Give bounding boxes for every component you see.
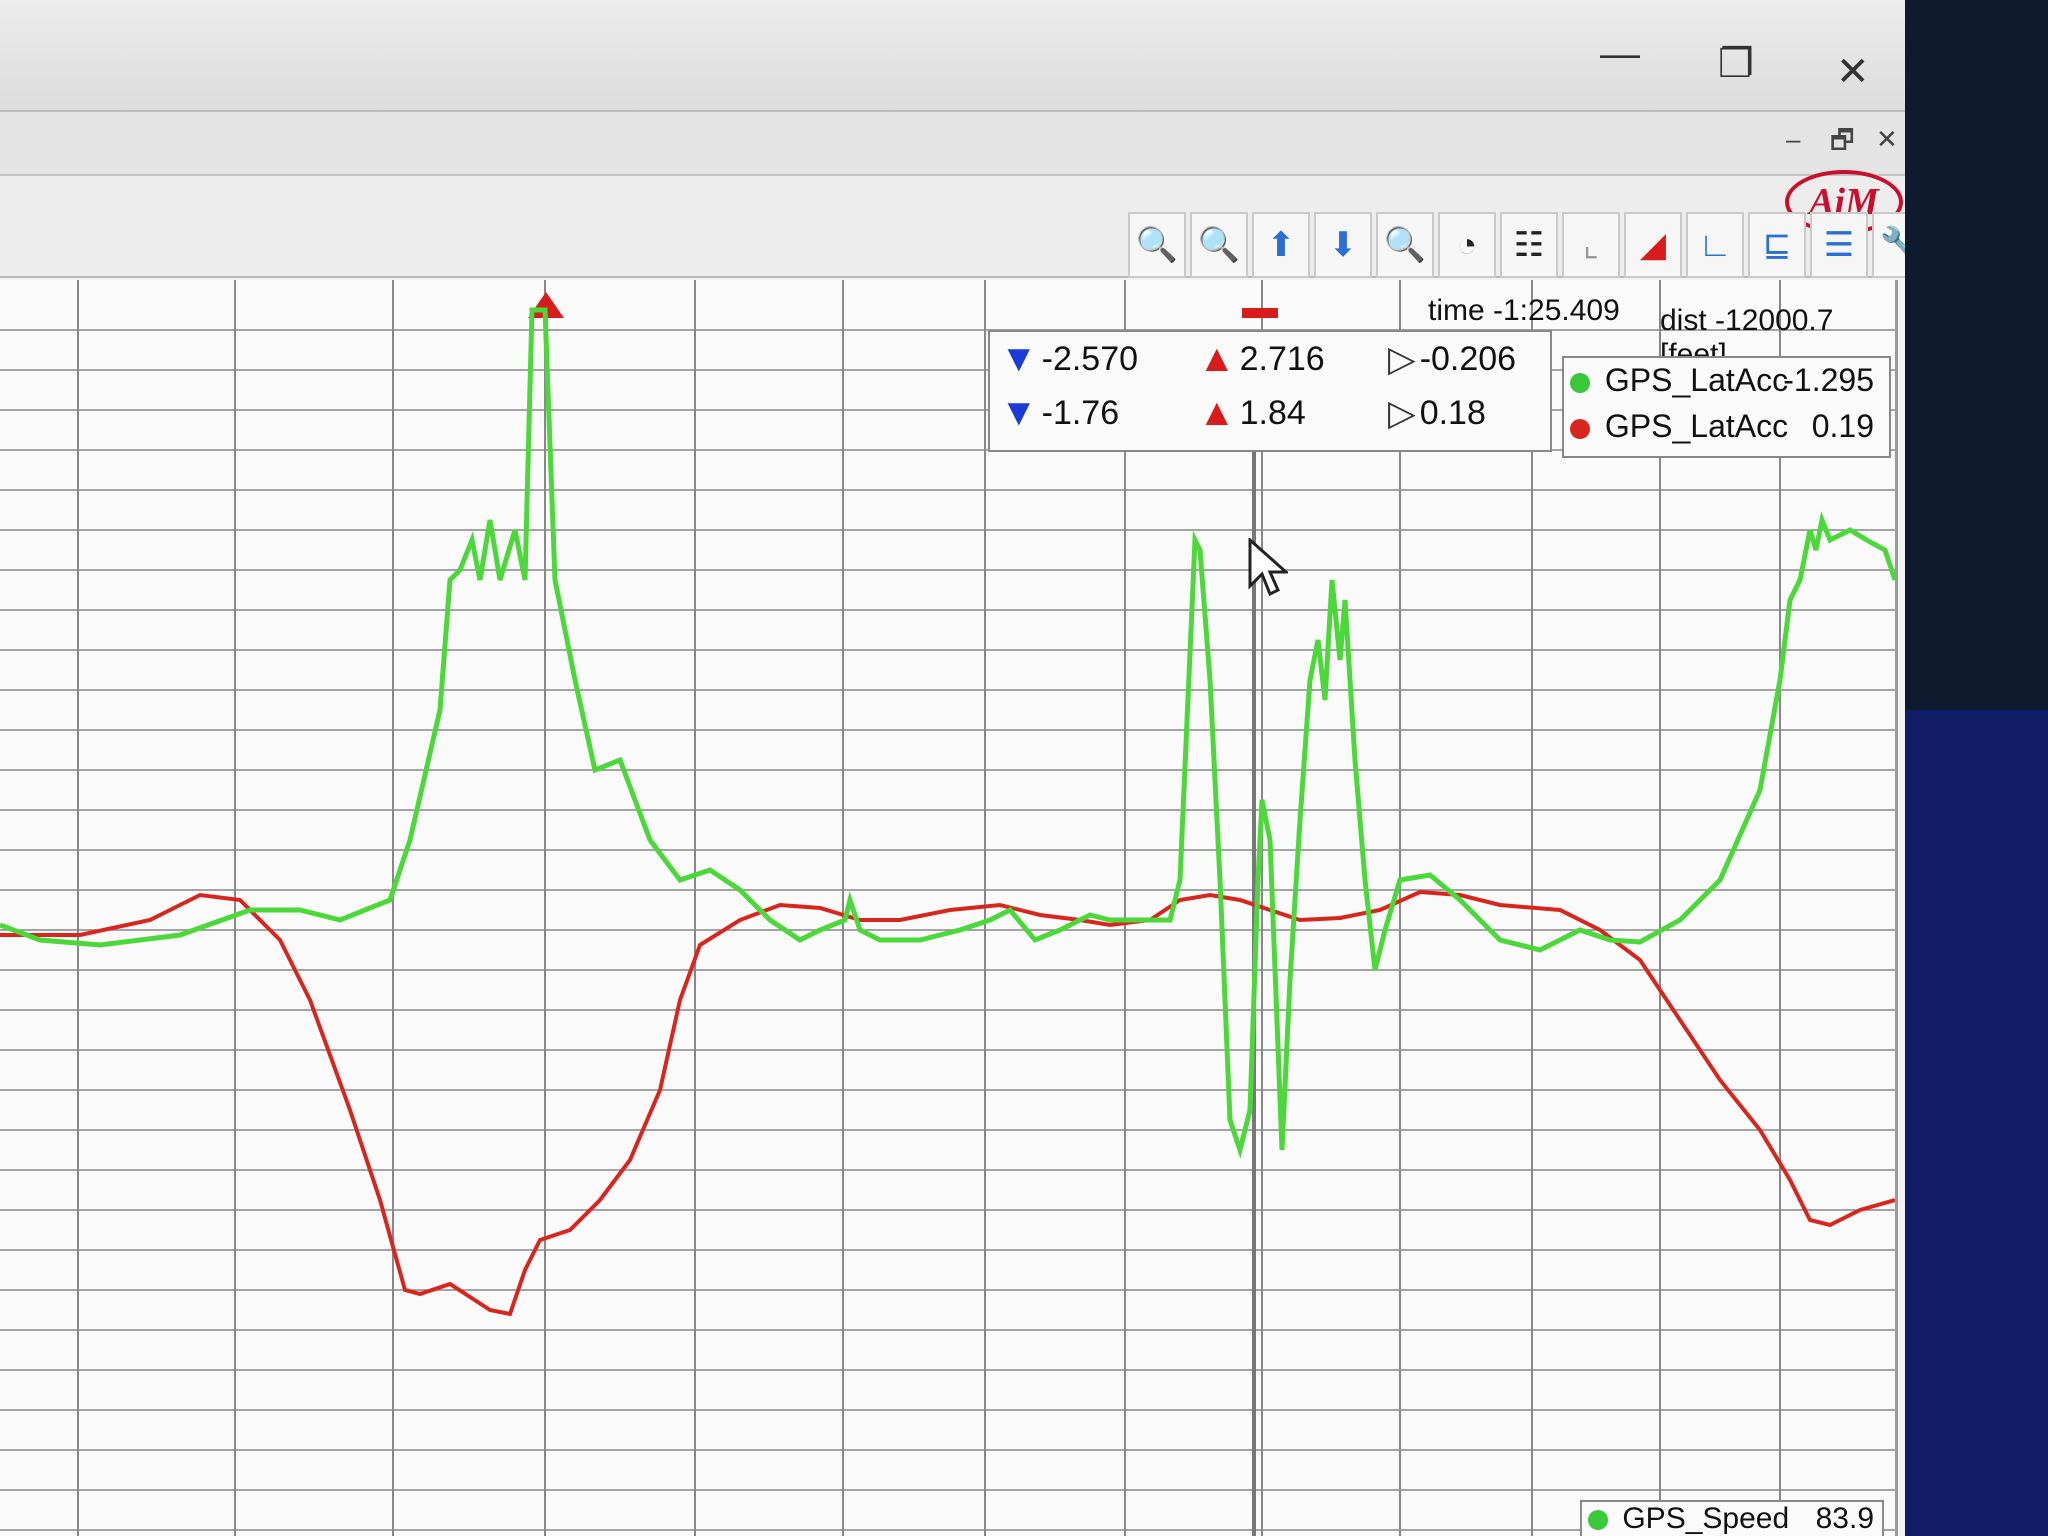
- measure-panel: ▼ -2.570 ▲ 2.716 ▷ -0.206 ▼ -1.76 ▲ 1.84: [988, 330, 1552, 452]
- screen: — ❐ ✕ – 🗗 ✕ AiM 🔍 🔍 ⬆ ⬇ 🔍 ◔ ☷ ⌞ ◢ ∟ ⊑ ☰ …: [0, 0, 1905, 1536]
- green-dot-icon: [1588, 1510, 1608, 1531]
- legend-channel-name: GPS_LatAcc: [1604, 362, 1789, 398]
- measure-max-cell: ▲ 2.716: [1198, 338, 1325, 381]
- zoom-reset-icon[interactable]: 🔍: [1128, 212, 1186, 278]
- mouse-pointer-icon: [1248, 538, 1288, 597]
- measure-delta-value: 0.18: [1419, 393, 1486, 432]
- measure-min-cell: ▼ -1.76: [1000, 392, 1119, 435]
- doc-minimize-button[interactable]: –: [1786, 124, 1800, 155]
- red-dot-icon: [1570, 418, 1590, 439]
- measure-row-1: ▼ -2.570 ▲ 2.716 ▷ -0.206: [998, 338, 1538, 388]
- axis-stack-icon[interactable]: ☰: [1810, 212, 1868, 278]
- plot-area[interactable]: [0, 280, 1898, 1536]
- restore-button[interactable]: ❐: [1718, 44, 1754, 84]
- clock-icon[interactable]: ◔: [1438, 212, 1496, 278]
- axis-l-icon[interactable]: ∟: [1686, 212, 1744, 278]
- window-titlebar: — ❐ ✕: [0, 0, 1905, 112]
- measure-max-cell: ▲ 1.84: [1198, 392, 1306, 435]
- measure-delta-value: -0.206: [1419, 339, 1517, 378]
- measure-max-value: 1.84: [1239, 394, 1306, 432]
- delta-right-triangle-icon: ▷: [1388, 338, 1416, 379]
- speed-channel-name: GPS_Speed: [1622, 1502, 1790, 1535]
- max-up-triangle-icon: ▲: [1198, 392, 1236, 434]
- min-down-triangle-icon: ▼: [1000, 392, 1038, 434]
- pan-up-icon[interactable]: ⬆: [1252, 212, 1310, 278]
- green-dot-icon: [1570, 372, 1590, 393]
- doc-restore-button[interactable]: 🗗: [1830, 122, 1854, 166]
- legend-row-green[interactable]: GPS_LatAcc -1.295: [1570, 362, 1880, 406]
- legend-channel-name: GPS_LatAcc: [1604, 408, 1789, 444]
- measure-min-value: -1.76: [1041, 394, 1120, 432]
- max-up-triangle-icon: ▲: [1198, 338, 1236, 380]
- chart-toolbar: 🔍 🔍 ⬆ ⬇ 🔍 ◔ ☷ ⌞ ◢ ∟ ⊑ ☰ 🔧: [1128, 212, 1905, 284]
- legend-row-red[interactable]: GPS_LatAcc 0.19: [1570, 408, 1880, 452]
- measure-min-cell: ▼ -2.570: [1000, 338, 1138, 381]
- measure-max-value: 2.716: [1239, 340, 1325, 378]
- measure-min-value: -2.570: [1041, 340, 1139, 378]
- background-desktop: [1905, 710, 2048, 1536]
- measure-delta-cell: ▷ 0.18: [1388, 392, 1486, 434]
- min-down-triangle-icon: ▼: [1000, 338, 1038, 380]
- grid-options-icon[interactable]: ☷: [1500, 212, 1558, 278]
- speed-channel-value: 83.9: [1815, 1502, 1874, 1535]
- time-readout: time -1:25.409: [1428, 294, 1620, 327]
- delta-right-triangle-icon: ▷: [1388, 392, 1416, 433]
- plot-canvas[interactable]: [0, 280, 1898, 1536]
- channel-legend: GPS_LatAcc -1.295 GPS_LatAcc 0.19: [1562, 356, 1891, 458]
- zoom-out-icon[interactable]: 🔍: [1376, 212, 1434, 278]
- legend-channel-value: -1.295: [1783, 362, 1874, 398]
- minimize-button[interactable]: —: [1600, 34, 1640, 74]
- cursor-marker: [1242, 308, 1278, 318]
- close-button[interactable]: ✕: [1836, 52, 1870, 92]
- legend-channel-value: 0.19: [1811, 408, 1874, 444]
- zoom-in-icon[interactable]: 🔍: [1190, 212, 1248, 278]
- measure-row-2: ▼ -1.76 ▲ 1.84 ▷ 0.18: [998, 392, 1538, 442]
- wrench-icon[interactable]: 🔧: [1872, 212, 1905, 278]
- document-titlebar: – 🗗 ✕: [0, 112, 1905, 176]
- measure-delta-cell: ▷ -0.206: [1388, 338, 1516, 380]
- doc-close-button[interactable]: ✕: [1876, 124, 1898, 155]
- red-marker-icon[interactable]: ◢: [1624, 212, 1682, 278]
- axis-split-icon[interactable]: ⊑: [1748, 212, 1806, 278]
- pan-down-icon[interactable]: ⬇: [1314, 212, 1372, 278]
- measure-icon[interactable]: ⌞: [1562, 212, 1620, 278]
- speed-legend[interactable]: GPS_Speed 83.9: [1580, 1500, 1884, 1536]
